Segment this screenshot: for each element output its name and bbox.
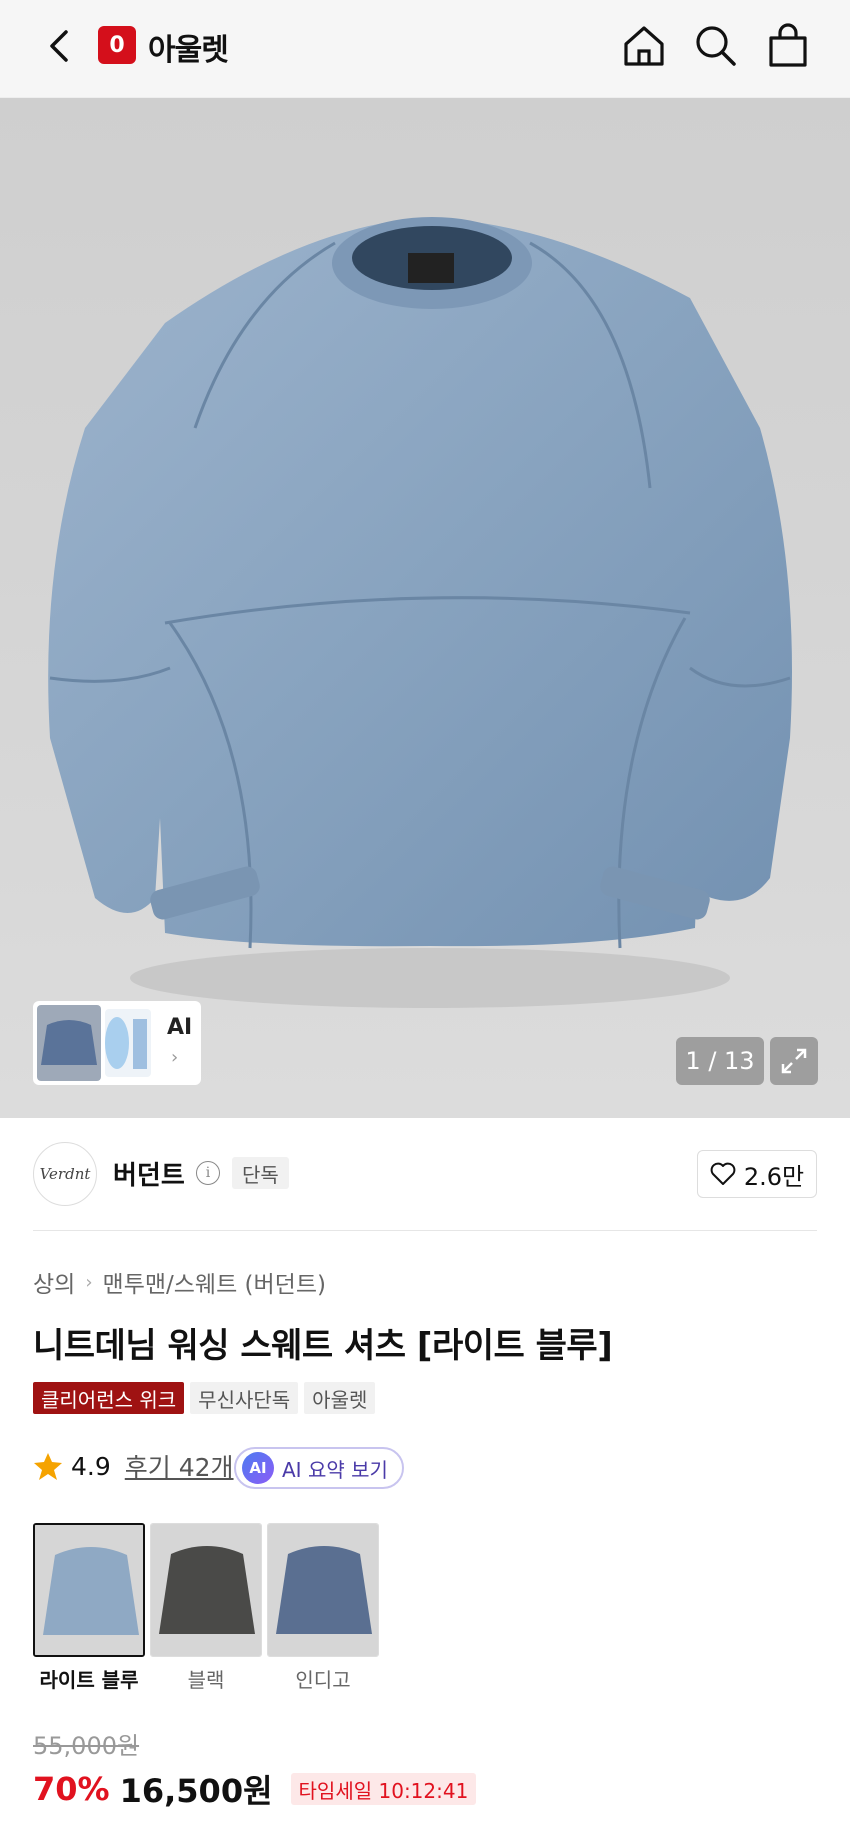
product-photo-sweatshirt: [48, 217, 792, 1008]
tag-exclusive: 무신사단독: [190, 1382, 299, 1414]
original-price: 55,000원: [33, 1732, 140, 1760]
sale-price: 16,500원: [119, 1772, 273, 1810]
color-option-black[interactable]: [150, 1523, 262, 1657]
star-icon: [34, 1453, 62, 1480]
divider: [33, 1230, 817, 1231]
product-title: 니트데님 워싱 스웨트 셔츠 [라이트 블루]: [33, 1326, 613, 1366]
rating-row: 4.9 후기 42개: [33, 1448, 234, 1484]
expand-icon: [781, 1048, 807, 1074]
reviews-link[interactable]: 후기 42개: [125, 1448, 234, 1484]
image-counter: 1 / 13: [676, 1037, 764, 1085]
like-count: 2.6만: [743, 1162, 805, 1191]
like-button[interactable]: 2.6만: [697, 1150, 817, 1198]
top-app-bar: 0 아울렛: [0, 0, 850, 98]
color-label: 인디고: [295, 1668, 351, 1692]
timesale-badge: 타임세일 10:12:41: [290, 1773, 477, 1805]
ai-label[interactable]: AI: [167, 1015, 192, 1040]
product-image-gallery[interactable]: AI › 1 / 13: [0, 98, 850, 1118]
product-tags: 클리어런스 위크 무신사단독 아울렛: [33, 1382, 376, 1414]
chevron-right-icon: ›: [85, 1271, 93, 1293]
exclusive-badge: 단독: [232, 1157, 289, 1189]
outlet-logo-icon[interactable]: 0: [98, 26, 136, 64]
discount-rate: 70%: [33, 1770, 110, 1808]
thumbnail-product[interactable]: [37, 1005, 101, 1081]
rating-score: 4.9: [71, 1451, 111, 1481]
price-row: 70% 16,500원 타임세일 10:12:41: [33, 1766, 477, 1812]
thumbnail-model[interactable]: [105, 1009, 151, 1077]
search-icon[interactable]: [690, 20, 742, 72]
ai-thumbnail-strip[interactable]: AI ›: [33, 1001, 201, 1085]
breadcrumb-category[interactable]: 상의: [33, 1265, 75, 1299]
breadcrumb: 상의 › 맨투맨/스웨트 (버던트): [33, 1265, 326, 1299]
color-option-light-blue[interactable]: [33, 1523, 145, 1657]
ai-summary-label: AI 요약 보기: [282, 1457, 388, 1482]
shopping-bag-icon[interactable]: [762, 20, 814, 72]
color-label: 블랙: [187, 1668, 225, 1692]
heart-icon: [710, 1162, 736, 1185]
color-label: 라이트 블루: [39, 1668, 139, 1692]
expand-button[interactable]: [770, 1037, 818, 1085]
breadcrumb-subcategory[interactable]: 맨투맨/스웨트 (버던트): [103, 1265, 326, 1299]
back-icon[interactable]: [38, 22, 82, 70]
info-icon[interactable]: i: [196, 1161, 220, 1185]
brand-logo[interactable]: Verdnt: [33, 1142, 97, 1206]
tag-outlet: 아울렛: [304, 1382, 376, 1414]
brand-name[interactable]: 버던트: [113, 1155, 185, 1192]
ai-badge-icon: AI: [242, 1452, 274, 1484]
ai-summary-button[interactable]: AI AI 요약 보기: [234, 1447, 404, 1489]
tag-clearance: 클리어런스 위크: [33, 1382, 185, 1414]
chevron-right-icon: ›: [171, 1047, 179, 1068]
home-icon[interactable]: [618, 20, 670, 72]
outlet-logo-text[interactable]: 아울렛: [148, 25, 229, 69]
color-option-indigo[interactable]: [267, 1523, 379, 1657]
